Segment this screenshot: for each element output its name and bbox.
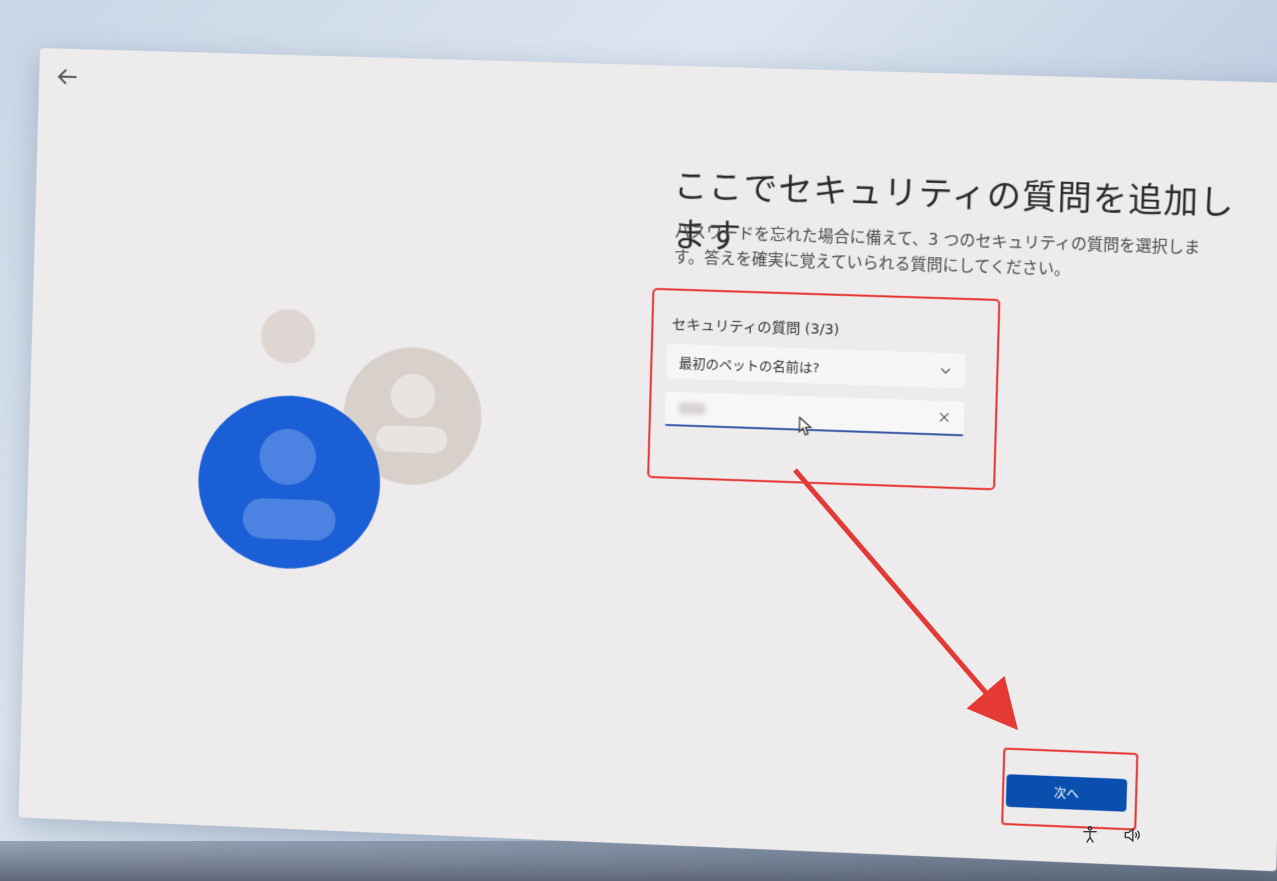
small-decor-circle <box>260 308 317 365</box>
arrow-left-icon[interactable] <box>53 62 82 91</box>
setup-screen: ここでセキュリティの質問を追加します パスワードを忘れた場合に備えて、3 つのセ… <box>18 48 1277 872</box>
next-button[interactable]: 次へ <box>1005 774 1128 812</box>
accessibility-icon[interactable] <box>1080 825 1100 845</box>
account-illustration <box>196 308 484 572</box>
close-icon[interactable] <box>937 410 952 425</box>
selected-question: 最初のペットの名前は? <box>678 356 820 376</box>
chevron-down-icon <box>938 363 953 378</box>
volume-icon[interactable] <box>1122 825 1142 845</box>
system-tray <box>1080 825 1142 845</box>
blurred-answer-text <box>677 402 707 416</box>
mouse-pointer-icon <box>798 416 813 437</box>
